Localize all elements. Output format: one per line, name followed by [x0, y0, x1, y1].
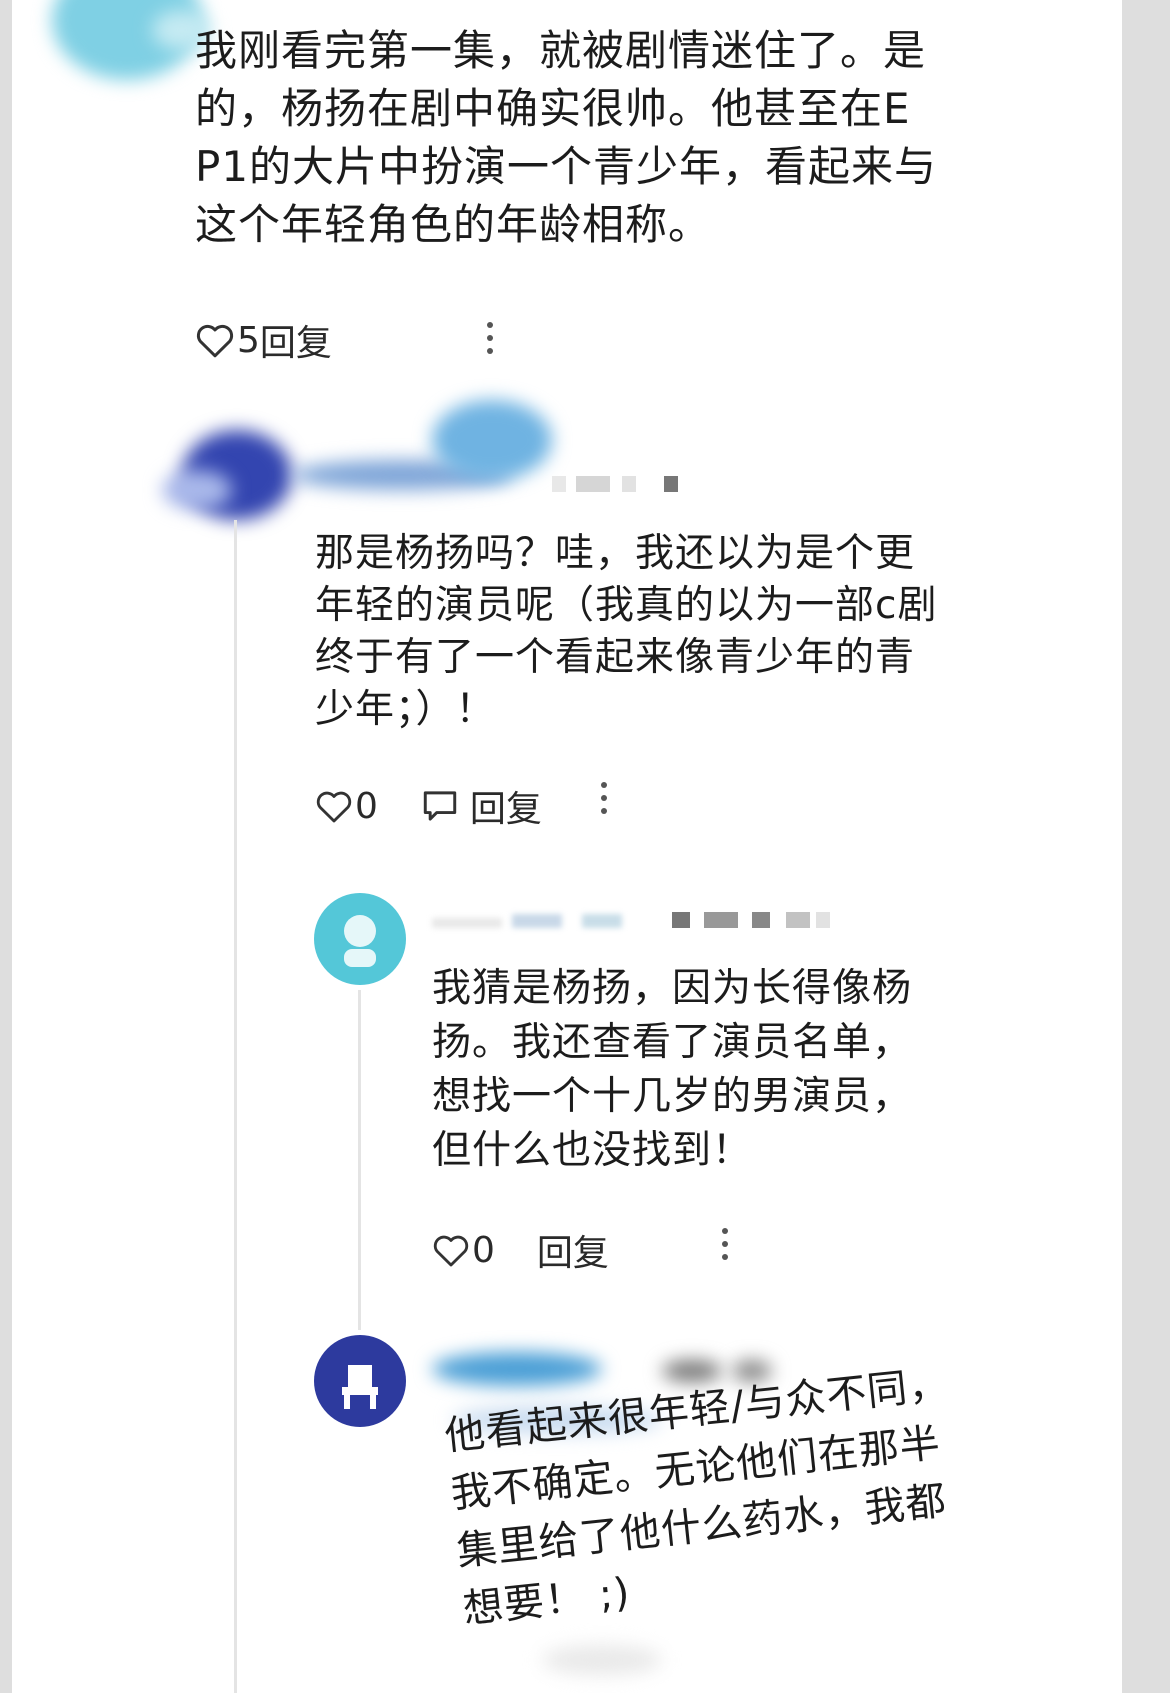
- more-vertical-icon[interactable]: [720, 1228, 730, 1267]
- like-count: 0: [355, 785, 378, 827]
- username-blurred: [432, 400, 552, 480]
- comment-thread: 我刚看完第一集，就被剧情迷住了。是 的，杨扬在剧中确实很帅。他甚至在E P1的大…: [12, 0, 1122, 1693]
- comment-actions: 0 回复: [315, 780, 542, 832]
- heart-icon[interactable]: [432, 1232, 470, 1268]
- comment-actions: 0 回复: [432, 1224, 609, 1276]
- more-vertical-icon[interactable]: [485, 322, 495, 361]
- comment-body: 我猜是杨扬，因为长得像杨 扬。我还查看了演员名单， 想找一个十几岁的男演员， 但…: [432, 966, 913, 1173]
- username-blurred: [432, 1352, 602, 1386]
- watermark: [542, 1645, 662, 1675]
- chair-icon: [342, 1365, 378, 1409]
- thread-line: [234, 520, 237, 1693]
- like-count: 0: [472, 1229, 495, 1271]
- comment-body: 我刚看完第一集，就被剧情迷住了。是 的，杨扬在剧中确实很帅。他甚至在E P1的大…: [195, 26, 938, 249]
- avatar-blurred-edge: [162, 470, 232, 510]
- reply-button[interactable]: 回复: [537, 1224, 609, 1276]
- avatar[interactable]: [314, 893, 406, 985]
- thread-line: [358, 990, 361, 1330]
- like-count: 5: [237, 319, 260, 361]
- comment-body: 那是杨扬吗？哇，我还以为是个更 年轻的演员呢（我真的以为一部c剧 终于有了一个看…: [315, 531, 938, 732]
- reply-bubble-icon[interactable]: [420, 788, 460, 824]
- heart-icon[interactable]: [315, 788, 353, 824]
- avatar[interactable]: [314, 1335, 406, 1427]
- more-vertical-icon[interactable]: [599, 782, 609, 821]
- heart-icon[interactable]: [195, 321, 235, 359]
- reply-button[interactable]: 回复: [260, 314, 332, 366]
- comment-body: 他看起来很年轻/与众不同， 我不确定。无论他们在那半 集里给了他什么药水，我都 …: [442, 1361, 952, 1633]
- person-silhouette-icon: [344, 915, 376, 967]
- reply-button[interactable]: 回复: [470, 780, 542, 832]
- comment-actions: 5 回复: [195, 314, 332, 366]
